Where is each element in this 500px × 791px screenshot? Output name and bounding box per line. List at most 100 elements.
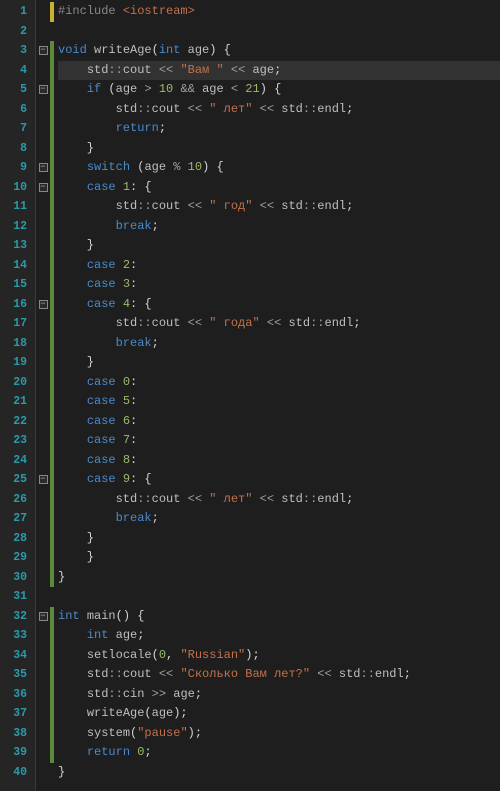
fold-empty (36, 353, 50, 373)
line-number[interactable]: 23 (0, 431, 35, 451)
code-line[interactable]: std::cout << " год" << std::endl; (58, 197, 500, 217)
line-number[interactable]: 14 (0, 256, 35, 276)
code-line[interactable]: std::cout << " лет" << std::endl; (58, 100, 500, 120)
code-line[interactable]: case 9: { (58, 470, 500, 490)
fold-empty (36, 431, 50, 451)
code-line[interactable]: case 4: { (58, 295, 500, 315)
line-number[interactable]: 39 (0, 743, 35, 763)
line-number[interactable]: 36 (0, 685, 35, 705)
line-number[interactable]: 27 (0, 509, 35, 529)
code-line[interactable]: void writeAge(int age) { (58, 41, 500, 61)
fold-collapse-icon[interactable]: − (36, 295, 50, 315)
line-number[interactable]: 16 (0, 295, 35, 315)
line-number[interactable]: 11 (0, 197, 35, 217)
line-number[interactable]: 17 (0, 314, 35, 334)
line-number[interactable]: 22 (0, 412, 35, 432)
line-number[interactable]: 19 (0, 353, 35, 373)
code-line[interactable]: switch (age % 10) { (58, 158, 500, 178)
line-number[interactable]: 31 (0, 587, 35, 607)
fold-empty (36, 236, 50, 256)
code-line[interactable]: setlocale(0, "Russian"); (58, 646, 500, 666)
code-line[interactable]: std::cout << "Вам " << age; (58, 61, 500, 81)
code-line[interactable]: case 7: (58, 431, 500, 451)
code-line[interactable]: case 6: (58, 412, 500, 432)
fold-empty (36, 509, 50, 529)
line-number[interactable]: 2 (0, 22, 35, 42)
fold-empty (36, 587, 50, 607)
line-number[interactable]: 40 (0, 763, 35, 783)
line-number[interactable]: 4 (0, 61, 35, 81)
line-number[interactable]: 34 (0, 646, 35, 666)
line-number[interactable]: 7 (0, 119, 35, 139)
fold-empty (36, 665, 50, 685)
code-line[interactable]: } (58, 529, 500, 549)
fold-collapse-icon[interactable]: − (36, 41, 50, 61)
code-line[interactable]: int main() { (58, 607, 500, 627)
code-line[interactable]: } (58, 139, 500, 159)
line-number[interactable]: 12 (0, 217, 35, 237)
fold-collapse-icon[interactable]: − (36, 158, 50, 178)
code-line[interactable]: case 2: (58, 256, 500, 276)
line-number[interactable]: 26 (0, 490, 35, 510)
code-line[interactable]: case 5: (58, 392, 500, 412)
line-number[interactable]: 20 (0, 373, 35, 393)
code-editor[interactable]: #include <iostream> void writeAge(int age… (54, 0, 500, 791)
code-line[interactable]: std::cin >> age; (58, 685, 500, 705)
line-number[interactable]: 38 (0, 724, 35, 744)
code-line[interactable]: if (age > 10 && age < 21) { (58, 80, 500, 100)
line-number[interactable]: 3 (0, 41, 35, 61)
code-line[interactable]: case 1: { (58, 178, 500, 198)
code-line[interactable]: break; (58, 334, 500, 354)
line-number[interactable]: 28 (0, 529, 35, 549)
code-line[interactable]: std::cout << "Сколько Вам лет?" << std::… (58, 665, 500, 685)
line-number[interactable]: 8 (0, 139, 35, 159)
line-number[interactable]: 6 (0, 100, 35, 120)
line-number[interactable]: 1 (0, 2, 35, 22)
line-number[interactable]: 30 (0, 568, 35, 588)
fold-collapse-icon[interactable]: − (36, 80, 50, 100)
fold-collapse-icon[interactable]: − (36, 607, 50, 627)
fold-empty (36, 548, 50, 568)
code-line[interactable]: break; (58, 217, 500, 237)
code-line[interactable]: } (58, 763, 500, 783)
line-number[interactable]: 35 (0, 665, 35, 685)
line-number[interactable]: 37 (0, 704, 35, 724)
line-number[interactable]: 21 (0, 392, 35, 412)
fold-empty (36, 373, 50, 393)
line-number[interactable]: 32 (0, 607, 35, 627)
line-number[interactable]: 15 (0, 275, 35, 295)
code-line[interactable]: std::cout << " года" << std::endl; (58, 314, 500, 334)
code-line[interactable]: return 0; (58, 743, 500, 763)
code-line[interactable]: break; (58, 509, 500, 529)
line-number[interactable]: 18 (0, 334, 35, 354)
fold-empty (36, 197, 50, 217)
code-line[interactable]: case 3: (58, 275, 500, 295)
code-line[interactable] (58, 22, 500, 42)
fold-collapse-icon[interactable]: − (36, 178, 50, 198)
code-line[interactable]: #include <iostream> (58, 2, 500, 22)
code-line[interactable]: } (58, 548, 500, 568)
code-line[interactable]: int age; (58, 626, 500, 646)
line-number[interactable]: 5 (0, 80, 35, 100)
line-number[interactable]: 9 (0, 158, 35, 178)
code-line[interactable]: return; (58, 119, 500, 139)
line-number[interactable]: 24 (0, 451, 35, 471)
code-line[interactable]: } (58, 236, 500, 256)
fold-collapse-icon[interactable]: − (36, 470, 50, 490)
fold-gutter: −−−−−−− (36, 0, 50, 791)
code-line[interactable]: } (58, 353, 500, 373)
line-number[interactable]: 13 (0, 236, 35, 256)
code-line[interactable]: case 0: (58, 373, 500, 393)
code-line[interactable]: } (58, 568, 500, 588)
line-number[interactable]: 33 (0, 626, 35, 646)
code-line[interactable]: std::cout << " лет" << std::endl; (58, 490, 500, 510)
line-number[interactable]: 25 (0, 470, 35, 490)
line-number[interactable]: 29 (0, 548, 35, 568)
line-number[interactable]: 10 (0, 178, 35, 198)
code-line[interactable]: case 8: (58, 451, 500, 471)
code-line[interactable]: system("pause"); (58, 724, 500, 744)
fold-empty (36, 139, 50, 159)
fold-empty (36, 256, 50, 276)
code-line[interactable] (58, 587, 500, 607)
code-line[interactable]: writeAge(age); (58, 704, 500, 724)
